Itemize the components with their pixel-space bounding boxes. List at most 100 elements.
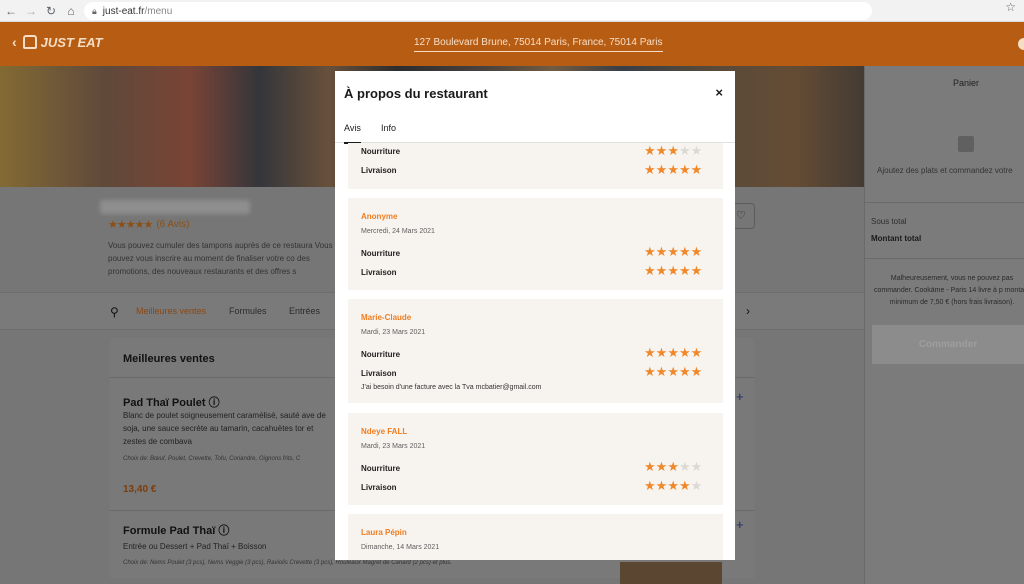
delivery-rating-stars: ★★★★★ [644,365,702,378]
delivery-rating-stars: ★★★★★ [644,479,702,492]
star-filled-icon: ★ [655,478,668,493]
add-item-button[interactable]: + [736,389,744,404]
star-filled-icon: ★ [667,162,679,177]
star-filled-icon: ★ [678,162,691,177]
menu-item-choices: Choix de: Nems Poulet (3 pcs), Nems Vegg… [123,560,452,566]
cart-empty-text: Ajoutez des plats et commandez votre [877,166,1013,175]
review-date: Mardi, 23 Mars 2021 [361,329,426,336]
shopping-bag-icon [958,136,974,152]
star-filled-icon: ★ [667,364,679,379]
delivery-label: Livraison [361,483,397,492]
arrow-left-icon[interactable]: ← [2,4,20,18]
chevron-left-icon[interactable]: ‹ [12,34,17,50]
delivery-address[interactable]: 127 Boulevard Brune, 75014 Paris, France… [414,37,663,52]
star-filled-icon: ★ [678,263,691,278]
star-filled-icon: ★ [667,263,679,278]
menu-item-title[interactable]: Pad Thaï Poulet ⓘ [123,394,220,410]
review-date: Mardi, 23 Mars 2021 [361,443,426,450]
tab-avis[interactable]: Avis [344,123,361,144]
arrow-right-icon[interactable]: → [22,4,40,18]
cart-title: Panier [953,78,980,88]
house-logo-icon [22,35,37,49]
star-filled-icon: ★ [644,162,656,177]
menu-item-description: Blanc de poulet soigneusement caramélisé… [123,411,326,446]
subtotal-label: Sous total [871,217,907,226]
star-filled-icon: ★ [678,364,691,379]
delivery-label: Livraison [361,369,397,378]
star-filled-icon: ★ [655,263,668,278]
food-label: Nourriture [361,464,401,473]
star-filled-icon: ★ [644,263,656,278]
home-icon[interactable]: ⌂ [62,4,80,18]
star-empty-icon: ★ [690,143,703,158]
lock-icon: 🔒︎ [92,5,97,16]
review-card: Marie-Claude Mardi, 23 Mars 2021 Nourrit… [348,299,723,403]
star-empty-icon: ★ [690,459,703,474]
logo-text: JUST EAT [40,34,103,50]
review-date: Dimanche, 14 Mars 2021 [361,544,440,551]
star-filled-icon: ★ [655,459,668,474]
minimum-order-note: Malheureusement, vous ne pouvez pas comm… [873,275,1024,306]
delivery-rating-stars: ★★★★★ [644,264,702,277]
star-filled-icon: ★ [655,364,668,379]
review-author: Marie-Claude [361,313,412,322]
divider [864,202,1024,203]
site-header: ‹ JUST EAT 127 Boulevard Brune, 75014 Pa… [0,22,1024,66]
food-label: Nourriture [361,147,401,156]
about-restaurant-modal: À propos du restaurant × Avis Info Nourr… [335,71,735,560]
star-filled-icon: ★ [644,364,656,379]
reviews-list[interactable]: Nourriture ★★★★★ Livraison ★★★★★ Anonyme… [335,143,735,560]
review-author: Laura Pépin [361,528,407,537]
review-card: Anonyme Mercredi, 24 Mars 2021 Nourritur… [348,198,723,290]
restaurant-name-blurred [100,200,250,214]
star-filled-icon: ★ [678,345,691,360]
logo[interactable]: ‹ JUST EAT [12,34,103,50]
star-filled-icon: ★ [655,345,668,360]
total-label: Montant total [871,234,922,243]
menu-item-image [620,562,722,584]
star-filled-icon: ★ [667,143,679,158]
rating-stars-icon: ★★★★★ [108,219,153,231]
review-author: Ndeye FALL [361,427,408,436]
menu-item-title[interactable]: Formule Pad Thaï ⓘ [123,522,229,538]
url-path: /menu [144,5,173,17]
food-rating-stars: ★★★★★ [644,245,702,258]
star-filled-icon: ★ [644,459,656,474]
close-icon[interactable]: × [715,85,723,100]
star-filled-icon: ★ [644,478,656,493]
restaurant-description: Vous pouvez cumuler des tampons auprès d… [108,241,333,276]
address-bar[interactable]: 🔒︎ just-eat.fr/menu [84,2,872,20]
star-filled-icon: ★ [690,263,703,278]
order-button[interactable]: Commander [872,325,1024,364]
star-filled-icon: ★ [667,478,679,493]
review-author: Anonyme [361,212,398,221]
star-empty-icon: ★ [690,478,703,493]
food-label: Nourriture [361,249,401,258]
star-filled-icon: ★ [667,345,679,360]
tab-info[interactable]: Info [381,123,396,133]
star-filled-icon: ★ [667,459,679,474]
food-rating-stars: ★★★★★ [644,346,702,359]
tab-formules[interactable]: Formules [229,306,267,316]
bookmark-star-icon[interactable]: ☆ [1005,0,1016,14]
star-filled-icon: ★ [655,143,668,158]
search-icon[interactable]: ⚲ [110,305,119,319]
food-label: Nourriture [361,350,401,359]
food-rating-stars: ★★★★★ [644,460,702,473]
reload-icon[interactable]: ↻ [42,4,60,18]
modal-tabs: Avis Info [335,116,735,144]
chevron-right-icon[interactable]: › [746,304,750,318]
star-filled-icon: ★ [690,162,703,177]
star-empty-icon: ★ [678,459,691,474]
star-filled-icon: ★ [690,244,703,259]
modal-title: À propos du restaurant [344,86,488,101]
add-item-button[interactable]: + [736,517,744,532]
star-filled-icon: ★ [655,162,668,177]
star-filled-icon: ★ [690,345,703,360]
reviews-count-link[interactable]: (6 Avis) [156,219,189,230]
tab-entrees[interactable]: Entrées [289,306,320,316]
tab-meilleures-ventes[interactable]: Meilleures ventes [136,306,206,316]
url-domain: just-eat.fr [102,5,145,17]
user-icon[interactable] [1018,38,1024,50]
star-filled-icon: ★ [667,244,679,259]
